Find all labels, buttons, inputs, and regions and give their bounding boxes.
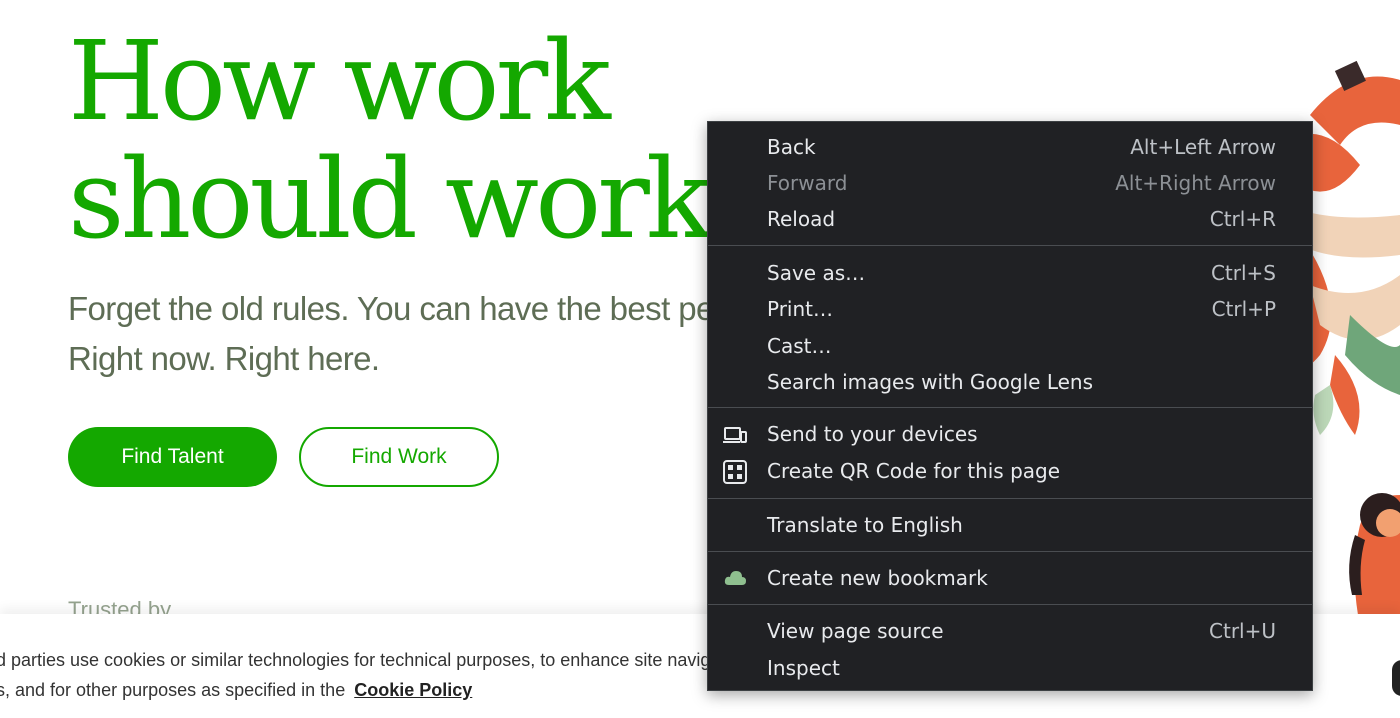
menu-item-cast[interactable]: Cast… (708, 329, 1312, 365)
menu-item-label: Forward (767, 171, 848, 195)
cookie-text-line-2-prefix: s, and for other purposes as specified i… (0, 680, 346, 700)
cookie-text-line-2: s, and for other purposes as specified i… (0, 680, 472, 701)
menu-divider (708, 498, 1312, 499)
menu-item-create-bookmark[interactable]: Create new bookmark (708, 561, 1312, 597)
hero-title-line-2: should work (68, 135, 713, 263)
menu-item-google-lens[interactable]: Search images with Google Lens (708, 365, 1312, 401)
menu-item-send-to-devices[interactable]: Send to your devices (708, 417, 1312, 453)
menu-item-shortcut: Ctrl+U (1209, 619, 1276, 643)
menu-item-label: Cast… (767, 334, 832, 358)
hero-title-line-1: How work (68, 17, 611, 145)
menu-item-label: Translate to English (767, 513, 963, 537)
find-work-button[interactable]: Find Work (299, 427, 499, 487)
menu-item-label: View page source (767, 619, 944, 643)
menu-divider (708, 407, 1312, 408)
menu-item-inspect[interactable]: Inspect (708, 651, 1312, 687)
menu-item-label: Search images with Google Lens (767, 370, 1094, 394)
menu-item-translate[interactable]: Translate to English (708, 508, 1312, 544)
menu-divider (708, 245, 1312, 246)
menu-item-reload[interactable]: Reload Ctrl+R (708, 202, 1312, 238)
menu-item-shortcut: Ctrl+P (1211, 297, 1276, 321)
menu-divider (708, 551, 1312, 552)
cloud-icon (724, 571, 746, 585)
menu-item-shortcut: Alt+Left Arrow (1130, 135, 1276, 159)
menu-item-label: Save as… (767, 261, 866, 285)
menu-item-label: Send to your devices (767, 422, 978, 446)
hero-title: How work should work (68, 22, 713, 258)
menu-divider (708, 604, 1312, 605)
menu-item-label: Inspect (767, 656, 840, 680)
hero-subtitle-line-1: Forget the old rules. You can have the b… (68, 290, 783, 327)
floating-chat-button[interactable] (1392, 660, 1400, 696)
devices-icon (723, 427, 747, 443)
cookie-policy-link[interactable]: Cookie Policy (354, 680, 472, 700)
hero-subtitle-line-2: Right now. Right here. (68, 340, 380, 377)
find-talent-button[interactable]: Find Talent (68, 427, 277, 487)
qr-code-icon (723, 460, 747, 484)
menu-item-back[interactable]: Back Alt+Left Arrow (708, 130, 1312, 166)
menu-item-create-qr-code[interactable]: Create QR Code for this page (708, 454, 1312, 490)
menu-item-label: Back (767, 135, 816, 159)
menu-item-shortcut: Ctrl+S (1210, 261, 1276, 285)
hero-subtitle: Forget the old rules. You can have the b… (68, 284, 783, 384)
menu-item-shortcut: Ctrl+R (1209, 207, 1276, 231)
menu-item-forward: Forward Alt+Right Arrow (708, 166, 1312, 202)
menu-item-shortcut: Alt+Right Arrow (1115, 171, 1276, 195)
menu-item-label: Create QR Code for this page (767, 459, 1061, 483)
context-menu: Back Alt+Left Arrow Forward Alt+Right Ar… (707, 121, 1313, 691)
menu-item-save-as[interactable]: Save as… Ctrl+S (708, 256, 1312, 292)
menu-item-label: Reload (767, 207, 836, 231)
menu-item-print[interactable]: Print… Ctrl+P (708, 292, 1312, 328)
menu-item-view-source[interactable]: View page source Ctrl+U (708, 614, 1312, 650)
menu-item-label: Create new bookmark (767, 566, 988, 590)
menu-item-label: Print… (767, 297, 834, 321)
